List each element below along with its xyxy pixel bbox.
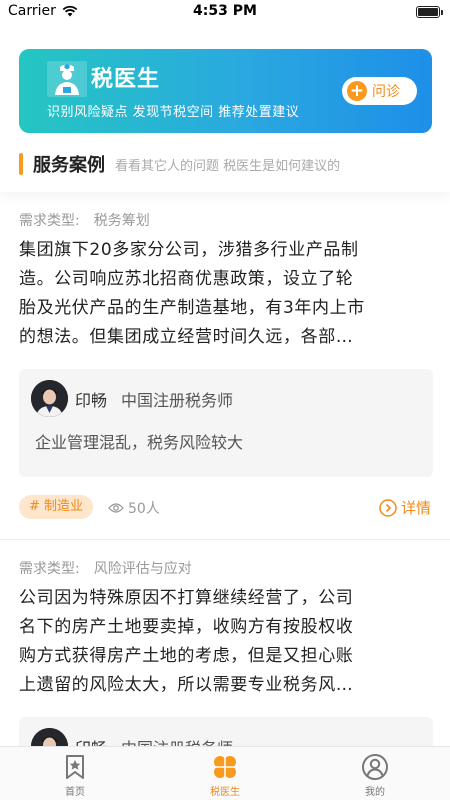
tab-label: 税医生 [210,787,240,798]
detail-label: 详情 [400,499,431,517]
clover-icon [214,756,236,778]
header: 税医生 识别风险疑点 发现节税空间 推荐处置建议 + 问诊 服务案例 看看其它人… [0,24,450,192]
case-type-value: 风险评估与应对 [93,561,192,577]
expert-advice: 企业管理混乱，税务风险较大 [35,433,244,452]
chevron-right-circle-icon [379,498,397,517]
tab-profile[interactable]: 我的 [300,747,450,800]
view-count: 50人 [108,498,160,518]
industry-tag[interactable]: # 制造业 [19,495,94,519]
banner-subtitle: 识别风险疑点 发现节税空间 推荐处置建议 [47,105,300,120]
status-bar: Carrier 4:53 PM [0,0,450,24]
case-type: 需求类型: 风险评估与应对 [19,558,192,578]
consult-button[interactable]: + 问诊 [342,77,417,105]
case-type-value: 税务筹划 [93,213,150,229]
expert-reply: 印畅 中国注册税务师 企业管理混乱，税务风险较大 [19,369,433,477]
consult-label: 问诊 [372,84,400,100]
tab-bar: 首页 税医生 我的 [0,746,450,800]
tab-tax-doctor[interactable]: 税医生 [150,747,300,800]
tax-doctor-banner[interactable]: 税医生 识别风险疑点 发现节税空间 推荐处置建议 + 问诊 [19,49,432,133]
tab-home[interactable]: 首页 [0,747,150,800]
case-line: 集团旗下20多家分公司，涉猎多行业产品制 [19,240,359,260]
case-card[interactable]: 需求类型: 税务筹划 集团旗下20多家分公司，涉猎多行业产品制 造。公司响应苏北招… [0,192,450,540]
case-line: 上遗留的风险太大，所以需要专业税务风… [19,675,354,695]
case-description: 集团旗下20多家分公司，涉猎多行业产品制 造。公司响应苏北招商优惠政策，设立了轮… [19,236,433,352]
section-subtitle: 看看其它人的问题 税医生是如何建议的 [115,158,341,174]
case-line: 公司因为特殊原因不打算继续经营了，公司 [19,588,354,608]
case-line: 造。公司响应苏北招商优惠政策，设立了轮 [19,269,354,289]
section-title: 服务案例 [33,155,105,176]
plus-icon: + [347,81,367,101]
view-count-value: 50人 [128,501,160,517]
status-time: 4:53 PM [193,3,257,19]
case-line: 名下的房产土地要卖掉，收购方有按股权收 [19,617,354,637]
detail-link[interactable]: 详情 [379,497,431,518]
banner-title: 税医生 [91,67,161,92]
case-type-label: 需求类型: [19,561,80,577]
section-accent-bar [19,153,23,175]
bookmark-star-icon [66,755,84,779]
tab-label: 我的 [365,787,385,798]
case-line: 胎及光伏产品的生产制造基地，有3年内上市 [19,298,365,318]
expert-title: 中国注册税务师 [121,391,234,410]
case-type-label: 需求类型: [19,213,80,229]
battery-icon [416,6,443,18]
expert-name: 印畅 [75,391,108,410]
eye-icon [108,503,124,513]
tab-label: 首页 [65,787,85,798]
user-circle-icon [362,754,388,780]
section-header: 服务案例 看看其它人的问题 税医生是如何建议的 [19,152,340,176]
case-type: 需求类型: 税务筹划 [19,210,150,230]
case-line: 购方式获得房产土地的考虑，但是又担心账 [19,646,354,666]
case-line: 的想法。但集团成立经营时间久远，各部… [19,327,354,347]
case-description: 公司因为特殊原因不打算继续经营了，公司 名下的房产土地要卖掉，收购方有按股权收 … [19,584,433,700]
doctor-icon [47,61,87,97]
avatar [31,380,68,417]
